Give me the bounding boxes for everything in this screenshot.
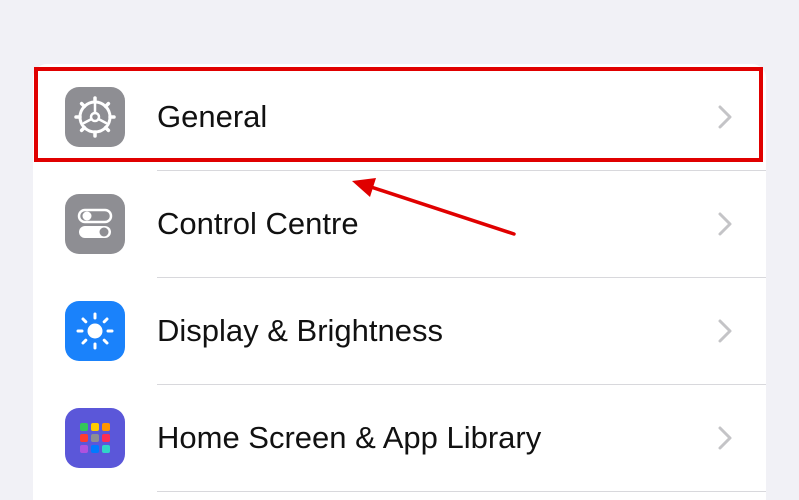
chevron-right-icon <box>718 426 732 450</box>
settings-group: General Control Centre Display & Brightn… <box>33 64 766 500</box>
settings-row-label: Home Screen & App Library <box>157 420 542 455</box>
chevron-right-icon <box>718 319 732 343</box>
settings-row-label: Display & Brightness <box>157 313 444 348</box>
app-grid-icon <box>65 408 125 468</box>
settings-row-general[interactable]: General <box>33 64 766 170</box>
row-separator <box>157 491 766 492</box>
settings-row-label: Control Centre <box>157 206 359 241</box>
toggle-switches-icon <box>65 194 125 254</box>
settings-row-home-screen[interactable]: Home Screen & App Library <box>33 385 766 491</box>
settings-row-control-centre[interactable]: Control Centre <box>33 171 766 277</box>
settings-row-label: General <box>157 99 268 134</box>
gear-icon <box>65 87 125 147</box>
settings-row-display-brightness[interactable]: Display & Brightness <box>33 278 766 384</box>
chevron-right-icon <box>718 105 732 129</box>
sun-icon <box>65 301 125 361</box>
chevron-right-icon <box>718 212 732 236</box>
